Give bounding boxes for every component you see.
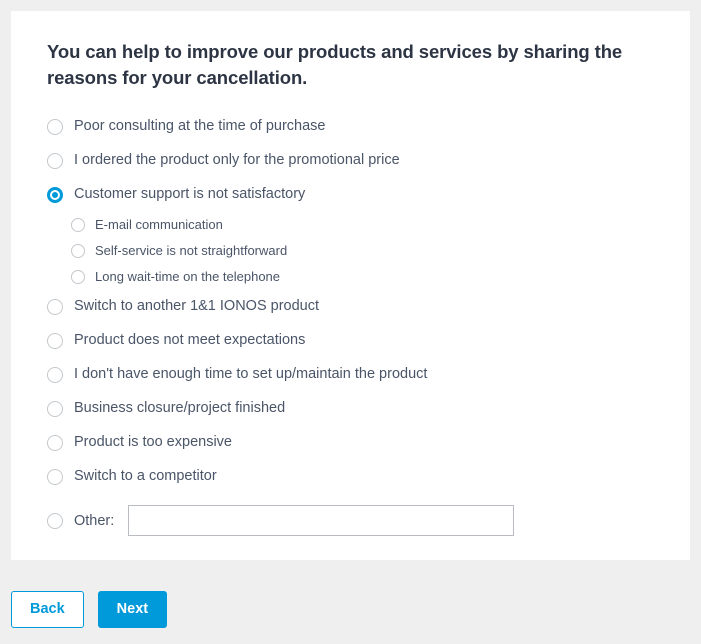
option-row[interactable]: Long wait-time on the telephone <box>47 264 656 290</box>
option-label: Switch to another 1&1 IONOS product <box>74 297 320 314</box>
option-row[interactable]: Switch to another 1&1 IONOS product <box>47 290 656 324</box>
option-label: I ordered the product only for the promo… <box>74 151 400 168</box>
other-reason-input[interactable] <box>128 505 515 537</box>
other-reason-row[interactable]: Other: <box>47 498 656 544</box>
form-actions: Back Next <box>11 591 168 628</box>
radio-other[interactable] <box>47 512 63 529</box>
option-label: E-mail communication <box>95 216 223 232</box>
cancellation-survey-page: You can help to improve our products and… <box>0 0 701 644</box>
option-label: Self-service is not straightforward <box>95 242 288 258</box>
cancellation-reason-options: Poor consulting at the time of purchase I… <box>47 110 656 494</box>
option-row[interactable]: Customer support is not satisfactory <box>47 178 656 212</box>
radio-option-0[interactable] <box>47 118 63 135</box>
radio-option-6[interactable] <box>47 298 63 315</box>
survey-card-body: You can help to improve our products and… <box>11 11 690 544</box>
option-label: Business closure/project finished <box>74 399 286 416</box>
option-row[interactable]: I don't have enough time to set up/maint… <box>47 358 656 392</box>
option-label: Poor consulting at the time of purchase <box>74 117 326 134</box>
option-row[interactable]: Product is too expensive <box>47 426 656 460</box>
radio-option-1[interactable] <box>47 152 63 169</box>
radio-option-7[interactable] <box>47 332 63 349</box>
next-button[interactable]: Next <box>97 591 168 628</box>
option-label: I don't have enough time to set up/maint… <box>74 365 428 382</box>
page-title: You can help to improve our products and… <box>47 41 623 89</box>
option-label: Switch to a competitor <box>74 467 217 484</box>
other-reason-label: Other: <box>74 512 115 529</box>
option-label: Long wait-time on the telephone <box>95 268 281 284</box>
radio-option-8[interactable] <box>47 366 63 383</box>
radio-option-3[interactable] <box>71 217 85 232</box>
option-label: Product is too expensive <box>74 433 232 450</box>
option-row[interactable]: I ordered the product only for the promo… <box>47 144 656 178</box>
radio-option-10[interactable] <box>47 434 63 451</box>
option-row[interactable]: Product does not meet expectations <box>47 324 656 358</box>
option-label: Customer support is not satisfactory <box>74 185 306 202</box>
option-row[interactable]: E-mail communication <box>47 212 656 238</box>
back-button[interactable]: Back <box>11 591 84 628</box>
option-row[interactable]: Business closure/project finished <box>47 392 656 426</box>
radio-option-11[interactable] <box>47 468 63 485</box>
radio-option-4[interactable] <box>71 243 85 258</box>
radio-option-9[interactable] <box>47 400 63 417</box>
survey-card: You can help to improve our products and… <box>11 11 690 560</box>
option-row[interactable]: Switch to a competitor <box>47 460 656 494</box>
radio-option-2[interactable] <box>47 186 63 203</box>
option-row[interactable]: Self-service is not straightforward <box>47 238 656 264</box>
radio-option-5[interactable] <box>71 269 85 284</box>
option-row[interactable]: Poor consulting at the time of purchase <box>47 110 656 144</box>
option-label: Product does not meet expectations <box>74 331 306 348</box>
